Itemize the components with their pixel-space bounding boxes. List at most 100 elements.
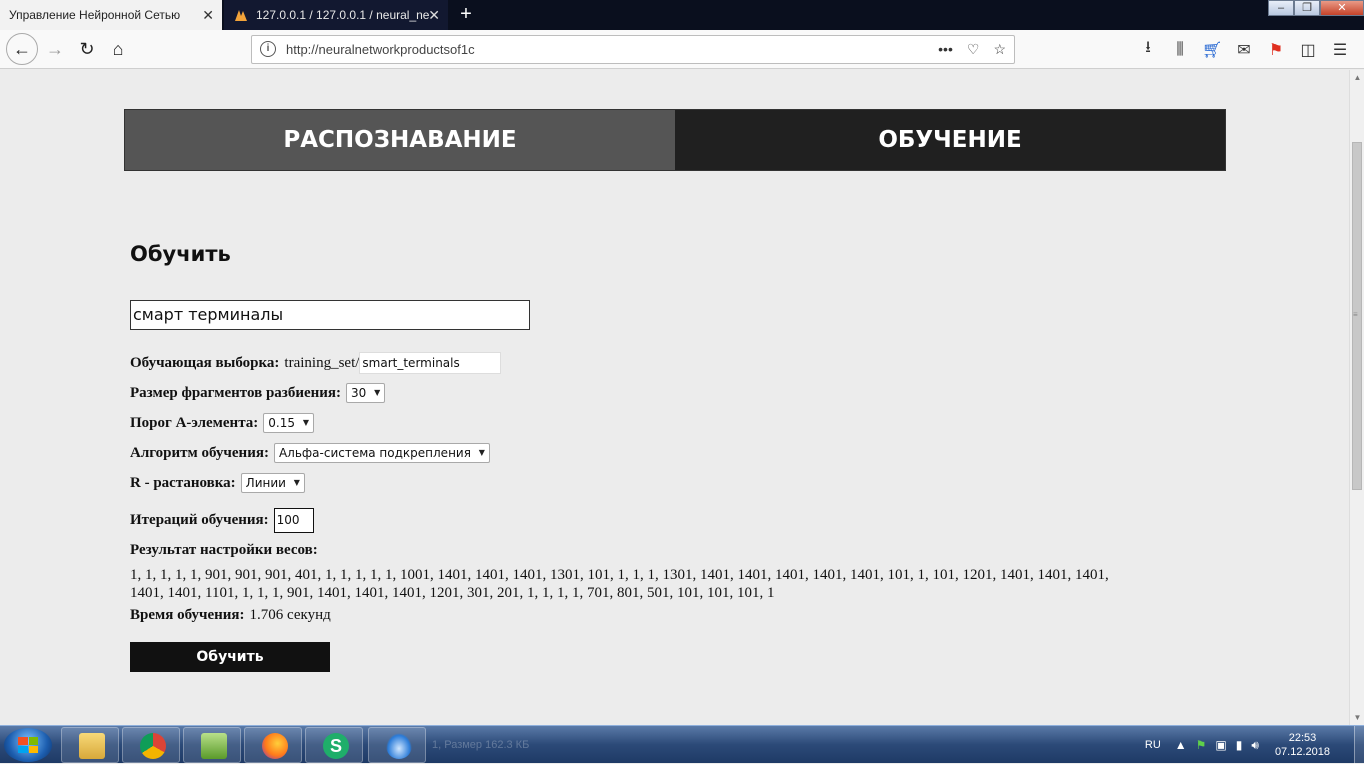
- signal-icon[interactable]: ▮: [1236, 738, 1243, 753]
- show-desktop-button[interactable]: [1354, 726, 1364, 764]
- url-text[interactable]: http://neuralnetworkproductsof1c: [286, 36, 475, 63]
- training-set-label: Обучающая выборка:: [130, 354, 280, 371]
- minimize-icon[interactable]: –: [1268, 0, 1294, 16]
- start-button[interactable]: [4, 728, 52, 762]
- tray-icons: ▲ ⚑ ▣ ▮ 🔊︎: [1175, 738, 1259, 753]
- action-center-flag-icon[interactable]: ⚑: [1196, 738, 1207, 753]
- taskbar: S 1, Размер 162.3 КБ RU ▲ ⚑ ▣ ▮ 🔊︎ 22:53…: [0, 725, 1364, 764]
- mail-icon[interactable]: ✉: [1234, 40, 1254, 60]
- chevron-down-icon: ▼: [374, 388, 381, 397]
- class-name-input[interactable]: смарт терминалы: [130, 300, 530, 330]
- training-set-input[interactable]: smart_terminals: [359, 352, 502, 374]
- train-button[interactable]: Обучить: [130, 642, 330, 672]
- training-set-prefix: training_set/: [284, 354, 360, 371]
- explorer-app[interactable]: [61, 727, 119, 763]
- bookmark-star-icon[interactable]: ☆: [993, 36, 1006, 63]
- language-indicator[interactable]: RU: [1145, 739, 1161, 751]
- cart-icon[interactable]: 🛒︎: [1202, 40, 1222, 60]
- r-layout-select[interactable]: Линии ▼: [240, 473, 305, 493]
- a-threshold-select[interactable]: 0.15 ▼: [263, 413, 314, 433]
- pocket-icon[interactable]: ♡: [967, 36, 980, 63]
- menu-icon[interactable]: ☰: [1330, 40, 1350, 60]
- close-tab-icon[interactable]: ✕: [428, 0, 440, 30]
- a-threshold-label: Порог А-элемента:: [130, 414, 259, 431]
- volume-icon[interactable]: 🔊︎: [1251, 738, 1259, 753]
- browser-toolbar: ← → ↻ ⌂ i http://neuralnetworkproductsof…: [0, 30, 1364, 69]
- more-icon[interactable]: •••: [938, 36, 953, 63]
- flag-icon[interactable]: ⚑: [1266, 40, 1286, 60]
- fragment-size-label: Размер фрагментов разбиения:: [130, 384, 342, 401]
- address-bar[interactable]: i http://neuralnetworkproductsof1c ••• ♡…: [251, 35, 1015, 64]
- notepad-plus-plus-icon: [201, 733, 227, 759]
- back-icon[interactable]: ←: [6, 33, 38, 65]
- home-icon[interactable]: ⌂: [103, 34, 133, 64]
- download-icon[interactable]: ⭳: [1138, 36, 1158, 63]
- fragment-size-row: Размер фрагментов разбиения: 30 ▼: [130, 383, 386, 403]
- maximize-icon[interactable]: ❐: [1294, 0, 1320, 16]
- weights-result: 1, 1, 1, 1, 1, 901, 901, 901, 401, 1, 1,…: [130, 567, 1109, 601]
- forward-icon[interactable]: →: [40, 34, 70, 64]
- algorithm-value: Альфа-система подкрепления: [278, 446, 471, 460]
- training-set-row: Обучающая выборка: training_set/ smart_t…: [130, 352, 502, 374]
- vertical-scrollbar[interactable]: ▲ ≡ ▼: [1349, 70, 1364, 725]
- tab-active[interactable]: Управление Нейронной Сетью ✕: [0, 0, 222, 30]
- show-hidden-icons-icon[interactable]: ▲: [1175, 738, 1187, 753]
- chevron-down-icon: ▼: [478, 448, 485, 457]
- new-tab-button[interactable]: +: [455, 0, 477, 30]
- tab-title: 127.0.0.1 / 127.0.0.1 / neural_ne: [256, 8, 430, 22]
- fragment-size-select[interactable]: 30 ▼: [346, 383, 386, 403]
- weights-label: Результат настройки весов:: [130, 542, 318, 558]
- a-threshold-value: 0.15: [268, 416, 295, 430]
- browser-tab-bar: Управление Нейронной Сетью ✕ 127.0.0.1 /…: [0, 0, 1364, 30]
- r-layout-label: R - растановка:: [130, 474, 236, 491]
- notepad-app[interactable]: [183, 727, 241, 763]
- training-time-row: Время обучения: 1.706 секунд: [130, 607, 331, 624]
- tab-phpmyadmin[interactable]: 127.0.0.1 / 127.0.0.1 / neural_ne ✕: [224, 0, 448, 30]
- info-icon[interactable]: i: [260, 41, 276, 57]
- firefox-icon: [262, 733, 288, 759]
- fragment-size-value: 30: [351, 386, 367, 400]
- folder-icon: [79, 733, 105, 759]
- cloud-app[interactable]: [368, 727, 426, 763]
- s-app-icon: S: [323, 733, 349, 759]
- clock-date: 07.12.2018: [1274, 746, 1330, 758]
- taskbar-ghost-text: 1, Размер 162.3 КБ: [432, 739, 530, 751]
- main-menu: РАСПОЗНАВАНИЕ ОБУЧЕНИЕ: [124, 109, 1226, 171]
- training-time-label: Время обучения:: [130, 607, 245, 623]
- iterations-row: Итераций обучения: 100: [130, 508, 314, 533]
- tab-title: Управление Нейронной Сетью: [9, 8, 181, 22]
- a-threshold-row: Порог А-элемента: 0.15 ▼: [130, 413, 314, 433]
- device-icon[interactable]: ▣: [1215, 738, 1226, 753]
- s-app[interactable]: S: [305, 727, 363, 763]
- windows-logo-icon: [18, 737, 38, 753]
- grip-icon: ≡: [1353, 310, 1358, 319]
- chrome-app[interactable]: [122, 727, 180, 763]
- reload-icon[interactable]: ↻: [72, 34, 102, 64]
- window-controls: – ❐ ✕: [1268, 0, 1364, 16]
- algorithm-row: Алгоритм обучения: Альфа-система подкреп…: [130, 443, 490, 463]
- chrome-icon: [140, 733, 166, 759]
- chevron-down-icon: ▼: [302, 418, 309, 427]
- weights-label-row: Результат настройки весов:: [130, 542, 323, 559]
- clock[interactable]: 22:53 07.12.2018: [1275, 731, 1330, 759]
- phpmyadmin-icon: [235, 10, 247, 21]
- close-tab-icon[interactable]: ✕: [202, 0, 214, 30]
- clock-time: 22:53: [1288, 732, 1317, 744]
- page-viewport: РАСПОЗНАВАНИЕ ОБУЧЕНИЕ Обучить смарт тер…: [0, 70, 1349, 725]
- firefox-app[interactable]: [244, 727, 302, 763]
- iterations-input[interactable]: 100: [273, 508, 314, 533]
- scroll-down-icon[interactable]: ▼: [1350, 710, 1364, 725]
- algorithm-select[interactable]: Альфа-система подкрепления ▼: [273, 443, 490, 463]
- browser-tools: ⭳ ⫼ 🛒︎ ✉ ⚑ ◫ ☰: [1138, 30, 1350, 69]
- close-window-icon[interactable]: ✕: [1320, 0, 1364, 16]
- algorithm-label: Алгоритм обучения:: [130, 444, 269, 461]
- url-actions: ••• ♡ ☆: [938, 36, 1006, 63]
- cloud-icon: [386, 733, 412, 759]
- library-icon[interactable]: ⫼: [1170, 41, 1190, 59]
- scroll-up-icon[interactable]: ▲: [1350, 70, 1364, 85]
- menu-recognition[interactable]: РАСПОЗНАВАНИЕ: [125, 110, 675, 170]
- system-tray: RU ▲ ⚑ ▣ ▮ 🔊︎ 22:53 07.12.2018: [1145, 726, 1364, 764]
- r-layout-row: R - растановка: Линии ▼: [130, 473, 305, 493]
- sidebar-icon[interactable]: ◫: [1298, 40, 1318, 60]
- menu-training[interactable]: ОБУЧЕНИЕ: [675, 110, 1225, 170]
